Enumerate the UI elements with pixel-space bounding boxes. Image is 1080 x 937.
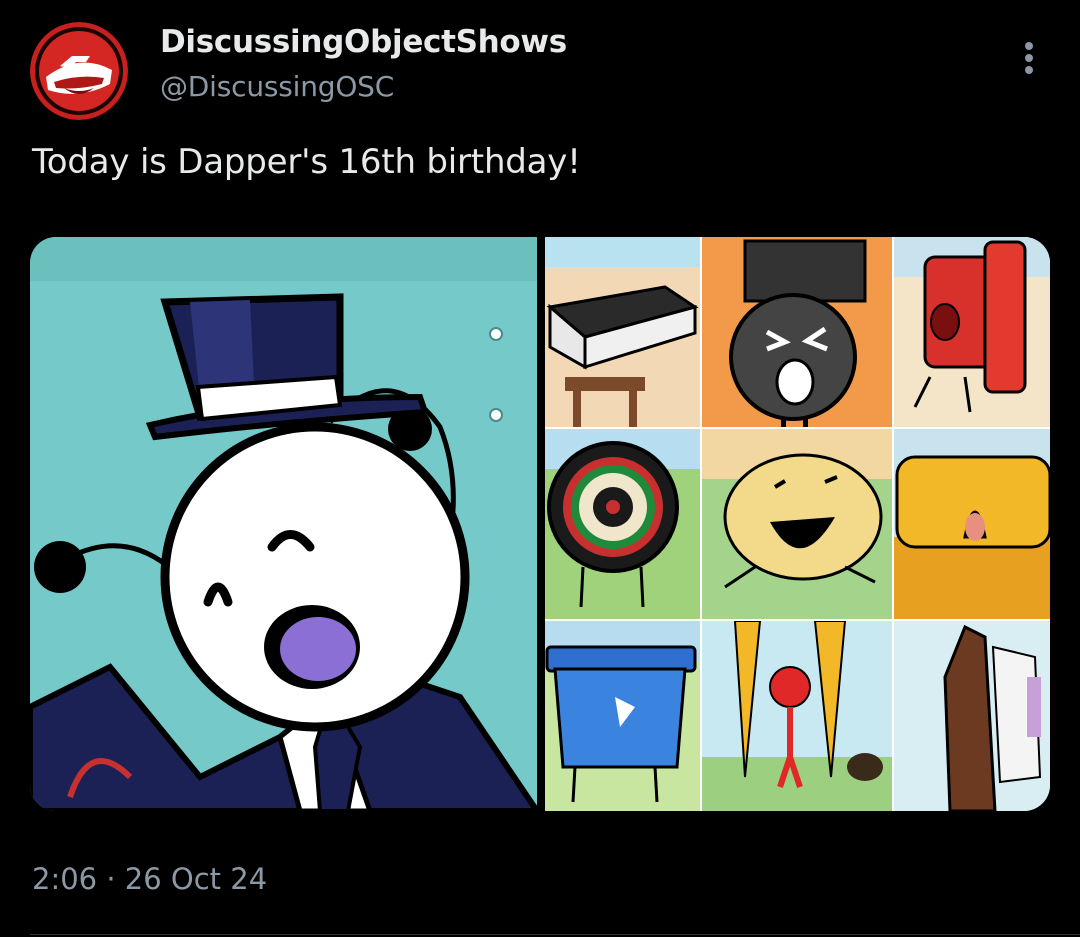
- recycling-bin-thumb: [545, 621, 700, 811]
- tweet-time: 2:06: [32, 862, 98, 896]
- book-on-stool-thumb: [545, 237, 700, 427]
- divider: [30, 934, 1080, 935]
- cpu-crying-thumb: [702, 237, 892, 427]
- red-block-thumb: [894, 237, 1050, 427]
- character-collage: [545, 237, 1050, 811]
- dapper-image[interactable]: [30, 237, 541, 811]
- cherry-carrots-thumb: [702, 620, 892, 811]
- sponge-cake-thumb: [702, 429, 892, 619]
- character-grid-image[interactable]: [545, 237, 1050, 811]
- discussing-object-shows-logo: [30, 22, 128, 120]
- vertical-ellipsis-icon[interactable]: [1012, 38, 1046, 78]
- profile-avatar[interactable]: [30, 22, 128, 120]
- display-name[interactable]: DiscussingObjectShows: [160, 24, 567, 60]
- user-handle[interactable]: @DiscussingOSC: [160, 70, 394, 103]
- timestamp-separator: ·: [106, 862, 116, 896]
- dartboard-thumb: [545, 429, 700, 619]
- tweet-detail: DiscussingObjectShows @DiscussingOSC Tod…: [0, 0, 1080, 937]
- tweet-media[interactable]: [30, 237, 1050, 811]
- tweet-date: 26 Oct 24: [124, 862, 268, 896]
- yellow-sponge-thumb: [894, 429, 1050, 619]
- dapper-illustration: [30, 237, 541, 811]
- tweet-timestamp[interactable]: 2:06 · 26 Oct 24: [32, 862, 267, 896]
- tweet-text: Today is Dapper's 16th birthday!: [32, 142, 581, 182]
- chocolate-bar-thumb: [894, 621, 1050, 811]
